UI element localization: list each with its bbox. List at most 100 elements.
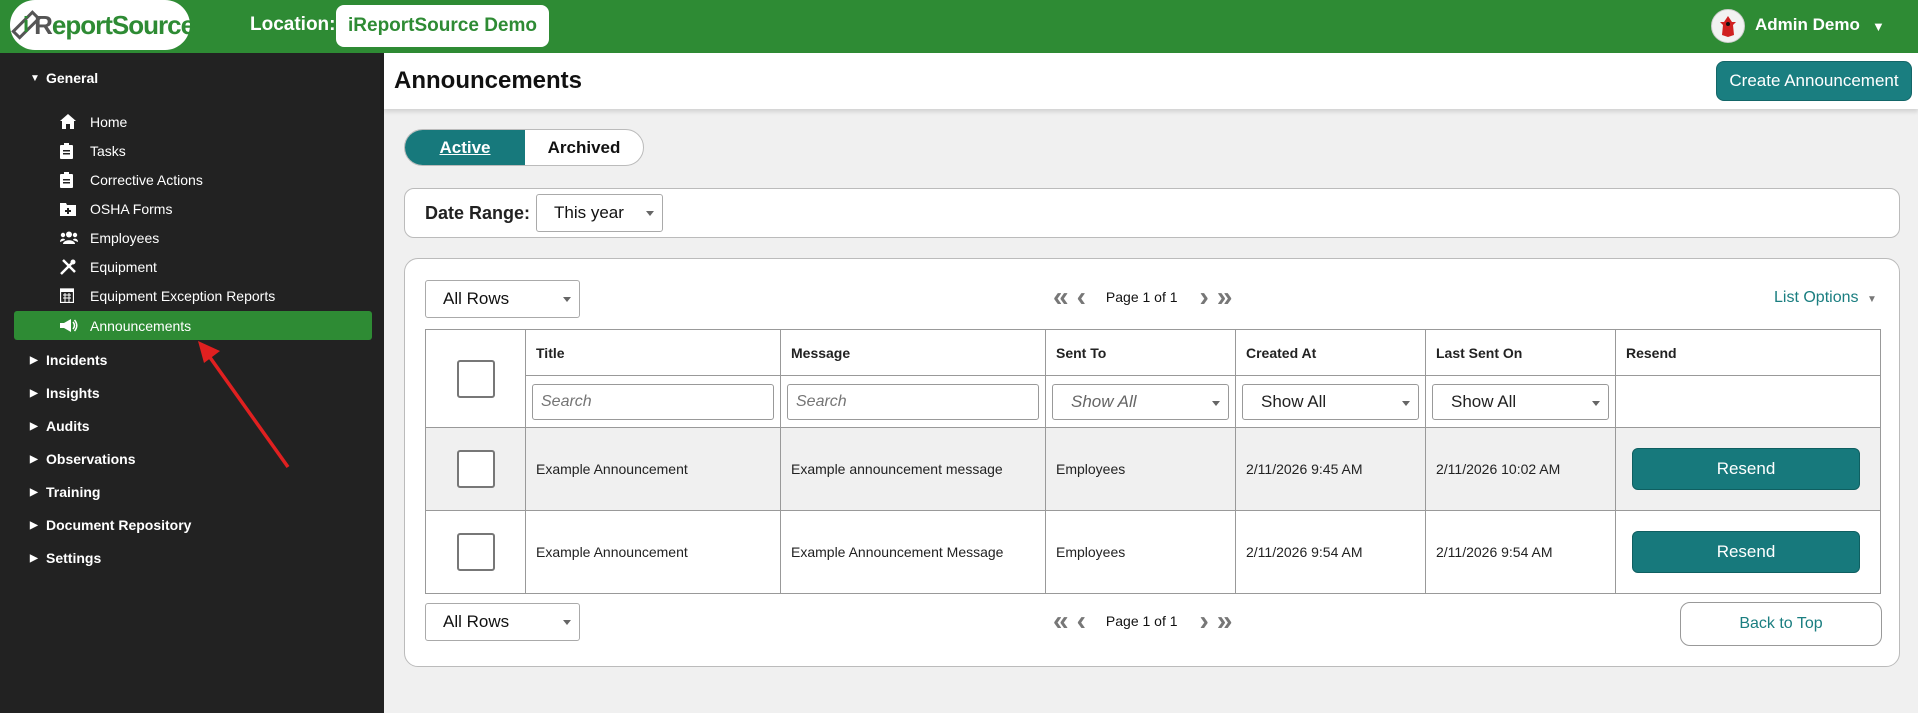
- date-range-select[interactable]: This year: [536, 194, 663, 232]
- created-at-filter-select[interactable]: Show All: [1242, 383, 1419, 420]
- page-label: Page 1 of 1: [1105, 613, 1178, 629]
- dropdown-caret-icon: [563, 297, 571, 302]
- resend-button[interactable]: Resend: [1632, 448, 1860, 490]
- sidebar-section-observations[interactable]: ▶ Observations: [30, 451, 135, 467]
- location-selector[interactable]: iReportSource Demo: [336, 5, 549, 47]
- top-bar: i ReportSource Location: iReportSource D…: [0, 0, 1918, 53]
- user-name[interactable]: Admin Demo: [1755, 15, 1860, 35]
- sidebar-section-settings[interactable]: ▶ Settings: [30, 550, 101, 566]
- tab-archived[interactable]: Archived: [525, 130, 643, 165]
- last-page-icon[interactable]: »: [1217, 283, 1233, 311]
- dropdown-caret-icon: [1402, 400, 1410, 406]
- dropdown-caret-icon: [646, 211, 654, 216]
- column-header-sent-to[interactable]: Sent To: [1045, 329, 1236, 376]
- back-to-top-button[interactable]: Back to Top: [1680, 602, 1882, 646]
- next-page-icon[interactable]: ›: [1200, 607, 1209, 635]
- sidebar-section-general[interactable]: ▼ General: [30, 70, 98, 86]
- last-sent-on-filter-value: Show All: [1451, 391, 1517, 411]
- select-all-checkbox[interactable]: [456, 359, 495, 398]
- sidebar-section-audits[interactable]: ▶ Audits: [30, 418, 90, 434]
- sidebar-section-insights[interactable]: ▶ Insights: [30, 385, 100, 401]
- cell-last-sent-on: 2/11/2026 10:02 AM: [1425, 427, 1616, 511]
- sidebar-item-employees[interactable]: Employees: [14, 223, 372, 252]
- rows-select-bottom[interactable]: All Rows: [425, 603, 580, 641]
- page-title: Announcements: [394, 67, 583, 94]
- created-at-filter-value: Show All: [1261, 391, 1327, 411]
- last-sent-on-filter-select[interactable]: Show All: [1432, 383, 1609, 420]
- tools-icon: [60, 258, 90, 275]
- resend-button[interactable]: Resend: [1632, 531, 1860, 573]
- sidebar-section-label: General: [46, 70, 99, 86]
- column-header-title[interactable]: Title: [525, 329, 781, 376]
- medical-folder-icon: [60, 202, 90, 216]
- next-page-icon[interactable]: ›: [1200, 283, 1209, 311]
- rows-select-value: All Rows: [443, 289, 510, 308]
- logo[interactable]: i ReportSource: [10, 0, 195, 50]
- first-page-icon[interactable]: «: [1053, 607, 1069, 635]
- prev-page-icon[interactable]: ‹: [1077, 283, 1086, 311]
- caret-right-icon: ▶: [30, 387, 38, 399]
- column-header-last-sent-on[interactable]: Last Sent On: [1425, 329, 1616, 376]
- sent-to-filter-select[interactable]: Show All: [1052, 383, 1229, 420]
- caret-down-icon: ▼: [30, 72, 40, 84]
- last-page-icon[interactable]: »: [1217, 607, 1233, 635]
- message-search-input[interactable]: [787, 383, 1039, 420]
- sidebar-item-label: Equipment: [90, 258, 157, 275]
- first-page-icon[interactable]: «: [1053, 283, 1069, 311]
- table-row: Example Announcement Example Announcemen…: [425, 510, 1881, 594]
- sidebar-item-label: Equipment Exception Reports: [90, 287, 276, 304]
- dropdown-caret-icon: [1212, 400, 1220, 406]
- filter-cell: [525, 375, 781, 428]
- sidebar-section-document-repository[interactable]: ▶ Document Repository: [30, 517, 191, 533]
- sidebar-section-label: Insights: [46, 385, 100, 401]
- chevron-down-icon: ▼: [1866, 294, 1877, 305]
- table-header-row: Title Message Sent To Created At Last Se…: [425, 329, 1881, 428]
- sidebar-section-label: Observations: [46, 451, 136, 467]
- page-label: Page 1 of 1: [1105, 289, 1178, 305]
- sidebar-item-tasks[interactable]: Tasks: [14, 136, 372, 165]
- sidebar-item-osha-forms[interactable]: OSHA Forms: [14, 194, 372, 223]
- user-menu-chevron-icon[interactable]: ▼: [1872, 19, 1885, 34]
- cell-message: Example Announcement Message: [780, 510, 1046, 594]
- clipboard-icon: [60, 142, 90, 159]
- sidebar-section-training[interactable]: ▶ Training: [30, 484, 100, 500]
- location-label: Location:: [250, 14, 336, 35]
- column-header-message[interactable]: Message: [780, 329, 1046, 376]
- pagination-bottom: « ‹ Page 1 of 1 › »: [1053, 607, 1232, 635]
- announcements-table: Title Message Sent To Created At Last Se…: [425, 329, 1881, 594]
- date-range-label: Date Range:: [425, 203, 531, 223]
- sidebar-section-incidents[interactable]: ▶ Incidents: [30, 352, 107, 368]
- sidebar-item-home[interactable]: Home: [14, 107, 372, 136]
- dropdown-caret-icon: [563, 620, 571, 625]
- column-header-created-at[interactable]: Created At: [1235, 329, 1426, 376]
- sidebar-item-label: Announcements: [90, 317, 192, 334]
- prev-page-icon[interactable]: ‹: [1077, 607, 1086, 635]
- avatar[interactable]: [1711, 9, 1745, 43]
- title-search-input[interactable]: [532, 383, 774, 420]
- cell-message: Example announcement message: [780, 427, 1046, 511]
- cell-title: Example Announcement: [525, 510, 781, 594]
- sidebar-section-label: Training: [46, 484, 101, 500]
- row-checkbox[interactable]: [456, 450, 495, 488]
- sidebar-section-label: Incidents: [46, 352, 108, 368]
- tab-active[interactable]: Active: [405, 130, 525, 165]
- rows-select-top[interactable]: All Rows: [425, 280, 580, 318]
- sent-to-filter-value: Show All: [1071, 391, 1137, 411]
- create-announcement-button[interactable]: Create Announcement: [1716, 61, 1912, 101]
- sidebar-item-label: Home: [90, 113, 128, 130]
- list-options-dropdown[interactable]: List Options ▼: [1774, 289, 1877, 307]
- filter-cell: Show All: [1045, 375, 1236, 428]
- cell-sent-to: Employees: [1045, 510, 1236, 594]
- calendar-grid-icon: [60, 288, 90, 303]
- row-checkbox[interactable]: [456, 533, 495, 571]
- sidebar-item-corrective-actions[interactable]: Corrective Actions: [14, 165, 372, 194]
- cell-resend: Resend: [1615, 510, 1881, 594]
- sidebar-item-equipment-exception-reports[interactable]: Equipment Exception Reports: [14, 281, 372, 310]
- sidebar-item-label: Employees: [90, 229, 160, 246]
- caret-right-icon: ▶: [30, 420, 38, 432]
- page-header: Announcements Create Announcement: [384, 53, 1918, 109]
- sidebar-item-equipment[interactable]: Equipment: [14, 252, 372, 281]
- filter-cell-empty: [1615, 375, 1881, 428]
- clipboard-icon: [60, 171, 90, 188]
- sidebar-item-announcements[interactable]: Announcements: [14, 311, 372, 340]
